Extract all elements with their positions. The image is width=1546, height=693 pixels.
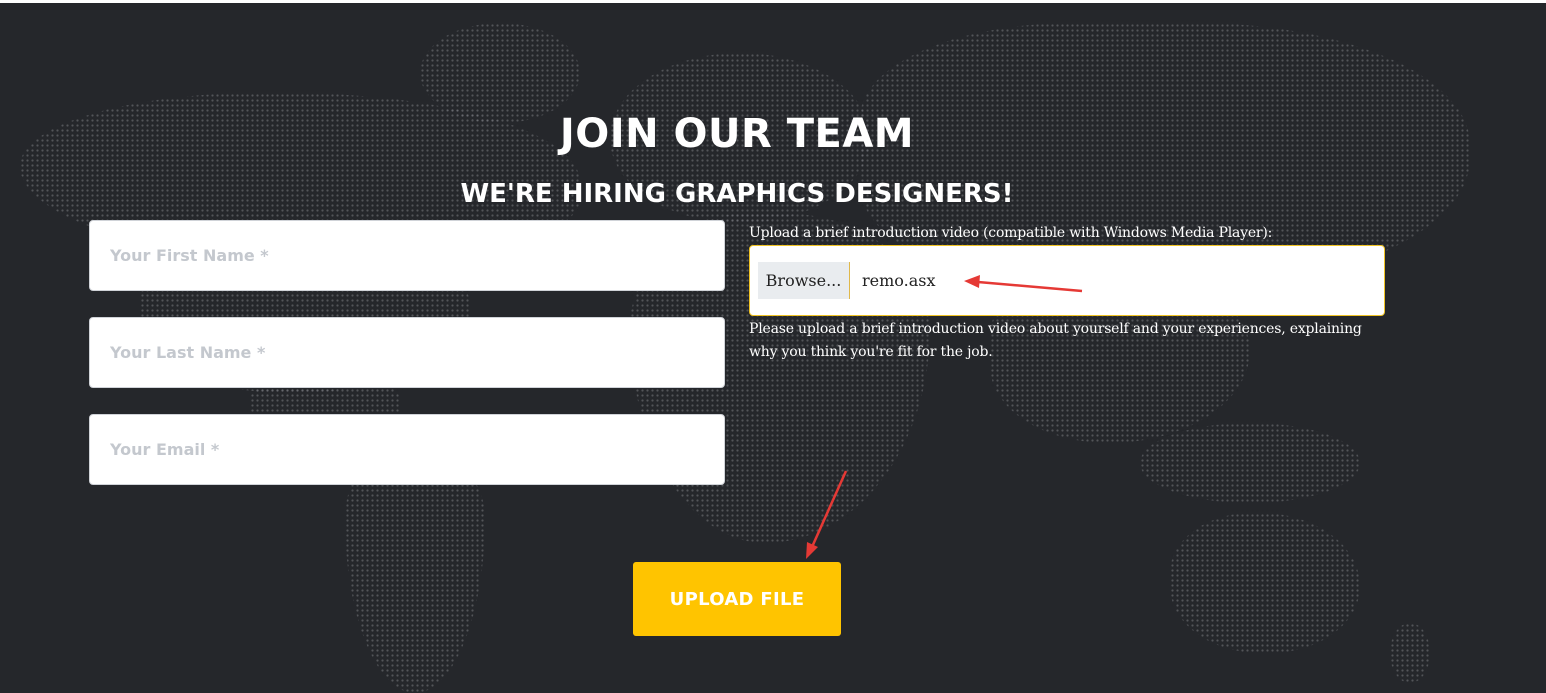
join-team-section: JOIN OUR TEAM WE'RE HIRING GRAPHICS DESI… bbox=[0, 3, 1546, 693]
upload-label: Upload a brief introduction video (compa… bbox=[749, 225, 1273, 241]
page-subtitle: WE'RE HIRING GRAPHICS DESIGNERS! bbox=[460, 179, 1014, 209]
email-input[interactable] bbox=[89, 414, 725, 485]
page-title: JOIN OUR TEAM bbox=[559, 111, 915, 157]
upload-file-button[interactable]: UPLOAD FILE bbox=[633, 562, 841, 636]
upload-help-text: Please upload a brief introduction video… bbox=[749, 321, 1362, 360]
first-name-input[interactable] bbox=[89, 220, 725, 291]
selected-file-name: remo.asx bbox=[862, 271, 936, 290]
file-upload-field[interactable]: Browse... remo.asx bbox=[749, 245, 1385, 316]
browse-button[interactable]: Browse... bbox=[758, 262, 850, 299]
last-name-input[interactable] bbox=[89, 317, 725, 388]
